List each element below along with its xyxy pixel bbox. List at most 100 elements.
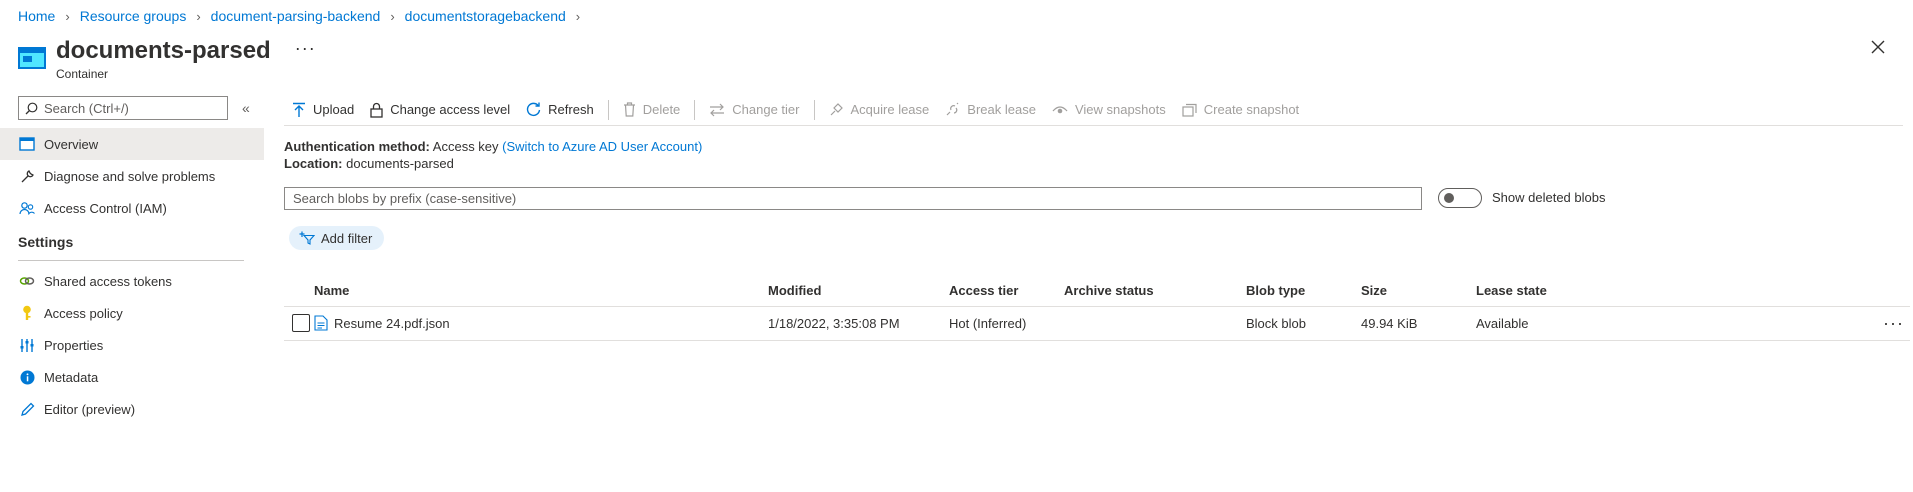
select-column-header xyxy=(284,276,314,307)
breadcrumb-storage-account[interactable]: documentstoragebackend xyxy=(405,8,566,24)
wrench-icon xyxy=(18,167,36,185)
change-access-level-button[interactable]: Change access level xyxy=(362,96,518,124)
delete-button[interactable]: Delete xyxy=(615,96,689,124)
toolbar-divider xyxy=(694,99,696,120)
blob-name-link[interactable]: Resume 24.pdf.json xyxy=(334,316,450,331)
break-lease-label: Break lease xyxy=(967,102,1036,117)
sliders-icon xyxy=(18,336,36,354)
cell-blob-type: Block blob xyxy=(1246,306,1361,341)
column-header-blob-type[interactable]: Blob type xyxy=(1246,276,1361,307)
create-snapshot-button[interactable]: Create snapshot xyxy=(1174,96,1307,124)
people-icon xyxy=(18,199,36,217)
cell-modified: 1/18/2022, 3:35:08 PM xyxy=(768,306,949,341)
chevron-right-icon: › xyxy=(575,8,581,24)
nav-item-access-policy[interactable]: Access policy xyxy=(0,297,264,329)
key-icon xyxy=(18,304,36,322)
chevron-right-icon: › xyxy=(390,8,395,24)
row-checkbox[interactable] xyxy=(292,314,310,332)
view-snapshots-button[interactable]: View snapshots xyxy=(1044,96,1174,124)
column-header-access-tier[interactable]: Access tier xyxy=(949,276,1064,307)
delete-label: Delete xyxy=(642,102,681,117)
nav-divider xyxy=(18,260,244,261)
nav-section-settings: Settings xyxy=(18,234,74,250)
change-tier-button[interactable]: Change tier xyxy=(701,96,807,124)
nav-item-diagnose[interactable]: Diagnose and solve problems xyxy=(0,160,264,192)
chevron-right-icon: › xyxy=(65,8,70,24)
nav-item-editor[interactable]: Editor (preview) xyxy=(0,393,264,425)
cell-access-tier: Hot (Inferred) xyxy=(949,306,1064,341)
column-header-archive-status[interactable]: Archive status xyxy=(1064,276,1246,307)
column-header-modified[interactable]: Modified xyxy=(768,276,949,307)
lock-icon xyxy=(370,102,383,118)
chevron-right-icon: › xyxy=(196,8,201,24)
snapshot-icon xyxy=(1182,103,1197,117)
nav-item-metadata[interactable]: Metadata xyxy=(0,361,264,393)
upload-icon xyxy=(293,102,305,117)
nav-item-label: Properties xyxy=(44,337,104,353)
page-subtitle: Container xyxy=(56,67,109,81)
blob-search-input[interactable] xyxy=(284,187,1422,210)
more-options-icon[interactable]: ··· xyxy=(295,38,316,59)
add-filter-label: Add filter xyxy=(321,230,373,246)
table-row[interactable]: Resume 24.pdf.json 1/18/2022, 3:35:08 PM… xyxy=(284,306,1910,341)
container-icon xyxy=(18,47,46,69)
column-header-lease-state[interactable]: Lease state xyxy=(1476,276,1810,307)
collapse-nav-icon[interactable]: « xyxy=(242,100,250,116)
actions-column-header xyxy=(1810,276,1910,307)
acquire-lease-label: Acquire lease xyxy=(850,102,930,117)
eye-icon xyxy=(1052,105,1068,113)
location-value: documents-parsed xyxy=(346,156,454,171)
nav-item-iam[interactable]: Access Control (IAM) xyxy=(0,192,264,224)
nav-search-input[interactable] xyxy=(44,100,214,116)
nav-item-label: Access policy xyxy=(44,305,123,321)
upload-label: Upload xyxy=(313,102,355,117)
breadcrumb: Home › Resource groups › document-parsin… xyxy=(18,8,590,24)
add-filter-icon xyxy=(299,231,315,245)
nav-item-label: Metadata xyxy=(44,369,99,385)
column-header-size[interactable]: Size xyxy=(1361,276,1476,307)
row-more-options-icon[interactable]: ··· xyxy=(1810,306,1910,341)
breadcrumb-resource-groups[interactable]: Resource groups xyxy=(80,8,187,24)
pencil-icon xyxy=(18,400,36,418)
show-deleted-label: Show deleted blobs xyxy=(1492,190,1606,205)
cell-size: 49.94 KiB xyxy=(1361,306,1476,341)
close-icon[interactable] xyxy=(1871,40,1885,57)
nav-item-shared-access-tokens[interactable]: Shared access tokens xyxy=(0,265,264,297)
breadcrumb-home[interactable]: Home xyxy=(18,8,55,24)
cell-archive-status xyxy=(1064,306,1246,341)
column-header-name[interactable]: Name xyxy=(314,276,768,307)
change-tier-label: Change tier xyxy=(732,102,800,117)
blob-table: Name Modified Access tier Archive status… xyxy=(284,276,1910,341)
upload-button[interactable]: Upload xyxy=(284,96,362,124)
table-header-row: Name Modified Access tier Archive status… xyxy=(284,276,1910,307)
break-lease-button[interactable]: Break lease xyxy=(937,96,1044,124)
cell-lease-state: Available xyxy=(1476,306,1810,341)
switch-auth-link[interactable]: (Switch to Azure AD User Account) xyxy=(502,139,702,154)
refresh-label: Refresh xyxy=(548,102,594,117)
toolbar-divider xyxy=(607,99,609,120)
nav-item-properties[interactable]: Properties xyxy=(0,329,264,361)
auth-method-label: Authentication method: xyxy=(284,139,430,154)
info-icon xyxy=(18,368,36,386)
trash-icon xyxy=(623,102,635,117)
refresh-button[interactable]: Refresh xyxy=(518,96,602,124)
nav-item-label: Editor (preview) xyxy=(44,401,136,417)
acquire-lease-button[interactable]: Acquire lease xyxy=(821,96,938,124)
nav-item-overview[interactable]: Overview xyxy=(0,128,264,160)
refresh-icon xyxy=(527,102,541,116)
nav-item-label: Overview xyxy=(44,136,99,152)
search-icon xyxy=(25,102,38,114)
nav-search[interactable] xyxy=(18,96,228,120)
show-deleted-toggle[interactable] xyxy=(1438,188,1482,208)
overview-icon xyxy=(18,135,36,153)
acquire-lease-icon xyxy=(830,103,843,116)
auth-method-value: Access key xyxy=(432,139,499,154)
change-access-label: Change access level xyxy=(390,102,511,117)
page-title: documents-parsed xyxy=(56,37,271,64)
breadcrumb-resource-group[interactable]: document-parsing-backend xyxy=(211,8,381,24)
add-filter-button[interactable]: Add filter xyxy=(289,226,385,250)
toolbar-divider xyxy=(813,99,815,120)
swap-arrows-icon xyxy=(710,103,725,116)
file-icon xyxy=(314,315,328,331)
nav-item-label: Access Control (IAM) xyxy=(44,200,167,216)
